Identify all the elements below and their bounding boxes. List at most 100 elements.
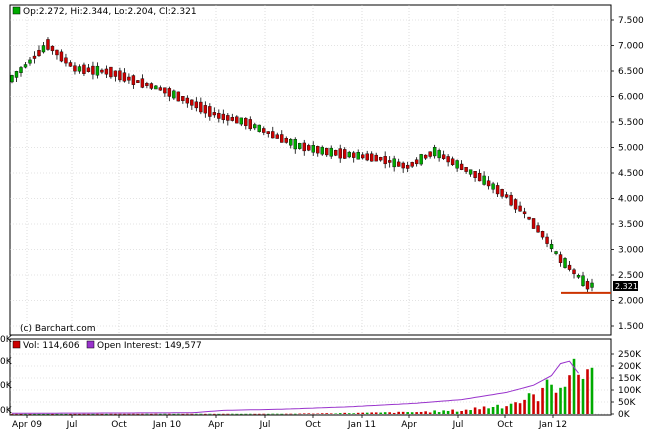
price-candle [176, 91, 181, 102]
price-candle [334, 149, 338, 157]
candle-body [504, 194, 509, 198]
volume-bar [428, 412, 432, 414]
volume-bar [266, 413, 270, 415]
vol-tick-label: 50K [618, 398, 636, 408]
candle-body [302, 142, 306, 152]
x-tick-label: Oct [497, 420, 513, 430]
x-tick-label: Jan 11 [347, 420, 376, 430]
candle-body [572, 269, 576, 275]
candle-body [338, 148, 342, 159]
candle-body [468, 169, 473, 175]
volume-bar [257, 413, 261, 415]
volume-bar [46, 413, 50, 415]
volume-bar [491, 406, 495, 414]
price-candle [347, 150, 351, 159]
candle-body [118, 70, 122, 81]
volume-bar [199, 413, 203, 415]
volume-bar [518, 403, 522, 414]
candle-body [253, 124, 257, 129]
candle-body [239, 117, 244, 125]
volume-bar [532, 394, 535, 414]
x-tick-label: Apr 09 [12, 420, 42, 430]
candle-body [536, 225, 540, 233]
candle-body [95, 65, 100, 76]
volume-bar [586, 369, 589, 414]
volume-bar [235, 413, 239, 415]
volume-bar [505, 406, 508, 414]
candle-body [32, 55, 37, 59]
candle-body [545, 236, 549, 244]
volume-bar [473, 407, 477, 414]
oi-legend-swatch [86, 340, 95, 349]
volume-bar [24, 413, 27, 415]
volume-bar [451, 409, 454, 414]
price-panel [9, 4, 612, 336]
volume-bar [186, 413, 189, 415]
vol-tick-label: 0K [618, 410, 631, 420]
volume-bar [109, 413, 113, 415]
volume-bar [132, 413, 135, 415]
x-tick-label: Oct [305, 420, 321, 430]
volume-bar [87, 413, 90, 415]
volume-bar [536, 401, 540, 414]
chart-credit: (c) Barchart.com [20, 324, 96, 334]
volume-bar [388, 412, 391, 414]
volume-bar [248, 413, 252, 415]
candle-body [383, 156, 387, 165]
volume-bar [307, 413, 311, 414]
vol-left-tick-label: 0K [0, 335, 13, 345]
volume-bar [370, 412, 373, 414]
volume-bar [527, 393, 531, 414]
price-candle [563, 257, 567, 269]
volume-bar [168, 413, 171, 415]
volume-bar [361, 412, 364, 414]
x-tick-label: Jul [452, 420, 464, 430]
volume-bar [118, 413, 122, 415]
volume-bar [127, 413, 131, 415]
candle-body [410, 162, 414, 167]
volume-bar [563, 386, 567, 414]
candle-body [190, 99, 194, 106]
volume-bar [154, 413, 158, 415]
volume-bar [514, 402, 517, 414]
candle-body [14, 71, 19, 78]
candle-body [419, 154, 423, 165]
price-tick-label: 5.500 [618, 118, 644, 128]
price-tick-label: 3.500 [618, 220, 644, 230]
x-tick-label: Jan 10 [152, 420, 181, 430]
price-tick-label: 6.500 [618, 67, 644, 77]
candle-body [50, 45, 55, 52]
candle-body [527, 216, 531, 220]
volume-bar [51, 413, 54, 415]
candle-body [518, 205, 522, 212]
price-candle [257, 124, 261, 133]
volume-bar [550, 384, 553, 414]
volume-bar [190, 413, 194, 415]
candle-body [329, 147, 333, 157]
volume-bar [509, 403, 513, 414]
volume-bar [82, 413, 86, 415]
price-candle [10, 74, 14, 84]
candle-body [262, 128, 266, 133]
volume-bar [419, 411, 423, 414]
oi-legend: Open Interest: 149,577 [97, 341, 202, 351]
x-tick-label: Jul [259, 420, 271, 430]
volume-bar [100, 413, 104, 415]
candle-body [500, 189, 504, 197]
volume-bar [275, 413, 279, 415]
volume-bar [316, 413, 320, 414]
volume-bar [482, 406, 486, 414]
candle-body [212, 112, 217, 116]
volume-bar [374, 412, 378, 414]
volume-bar [590, 367, 594, 414]
volume-bar [298, 413, 302, 415]
candle-body [257, 124, 261, 132]
volume-bar [33, 413, 36, 415]
volume-bar [136, 413, 140, 415]
volume-bar [338, 413, 342, 414]
chart-canvas: 1.500 2.000 2.500 3.000 3.500 4.000 4.500 5.000… [0, 4, 644, 430]
candle-body [455, 160, 459, 169]
volume-bar [487, 408, 490, 414]
volume-bar [415, 412, 418, 414]
candle-body [316, 146, 320, 154]
